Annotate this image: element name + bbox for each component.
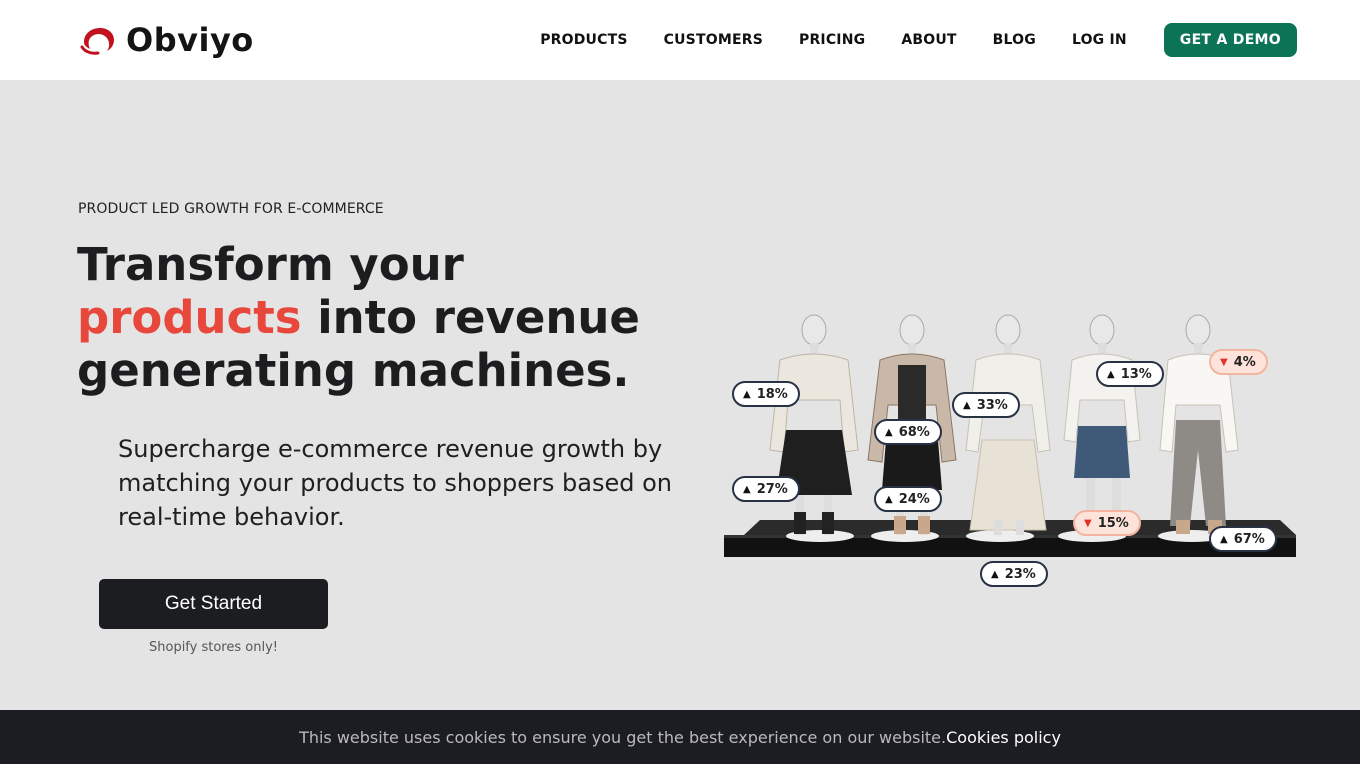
- headline-accent: products: [77, 291, 302, 344]
- cookies-policy-link[interactable]: Cookies policy: [946, 728, 1061, 747]
- hero-headline: Transform your products into revenue gen…: [77, 238, 677, 397]
- metric-badge: ▲ 33%: [952, 392, 1020, 418]
- arrow-up-icon: ▲: [1220, 533, 1228, 545]
- arrow-down-icon: ▼: [1220, 356, 1228, 368]
- arrow-up-icon: ▲: [991, 568, 999, 580]
- arrow-down-icon: ▼: [1084, 517, 1092, 529]
- hero-eyebrow: PRODUCT LED GROWTH FOR E-COMMERCE: [78, 201, 384, 217]
- hero-section: PRODUCT LED GROWTH FOR E-COMMERCE Transf…: [0, 80, 1360, 710]
- brand-name: Obviyo: [126, 21, 254, 59]
- nav-about[interactable]: ABOUT: [901, 32, 956, 48]
- swoosh-logo-icon: [80, 28, 114, 55]
- nav-customers[interactable]: CUSTOMERS: [664, 32, 763, 48]
- get-started-button[interactable]: Get Started: [99, 579, 328, 629]
- mannequins-display-illustration: ▲ 18% ▲ 27% ▲ 68% ▲ 24% ▲ 33% ▲ 23% ▲ 13% ▼ 15% …: [720, 230, 1300, 587]
- metric-badge: ▲ 13%: [1096, 361, 1164, 387]
- arrow-up-icon: ▲: [743, 483, 751, 495]
- arrow-up-icon: ▲: [885, 493, 893, 505]
- metric-badge: ▲ 18%: [732, 381, 800, 407]
- metric-badge: ▲ 23%: [980, 561, 1048, 587]
- headline-line-2-rest: into revenue: [301, 291, 640, 344]
- arrow-up-icon: ▲: [743, 388, 751, 400]
- brand-logo[interactable]: Obviyo: [80, 20, 254, 60]
- hero-subtext: Supercharge e-commerce revenue growth by…: [118, 435, 673, 531]
- nav-log-in[interactable]: LOG IN: [1072, 32, 1127, 48]
- main-nav: PRODUCTS CUSTOMERS PRICING ABOUT BLOG LO…: [540, 23, 1297, 57]
- nav-pricing[interactable]: PRICING: [799, 32, 865, 48]
- cookie-message: This website uses cookies to ensure you …: [299, 727, 947, 747]
- arrow-up-icon: ▲: [963, 399, 971, 411]
- metric-badge: ▲ 24%: [874, 486, 942, 512]
- arrow-up-icon: ▲: [885, 426, 893, 438]
- get-a-demo-button[interactable]: GET A DEMO: [1163, 23, 1297, 57]
- headline-line-1: Transform your: [77, 238, 464, 291]
- metric-badge: ▲ 27%: [732, 476, 800, 502]
- nav-products[interactable]: PRODUCTS: [540, 32, 627, 48]
- metric-badge: ▼ 4%: [1209, 349, 1268, 375]
- headline-line-3: generating machines.: [77, 344, 630, 397]
- metric-badge: ▲ 67%: [1209, 526, 1277, 552]
- nav-blog[interactable]: BLOG: [993, 32, 1036, 48]
- shopify-note: Shopify stores only!: [149, 640, 278, 655]
- site-header: Obviyo PRODUCTS CUSTOMERS PRICING ABOUT …: [0, 0, 1360, 80]
- cookie-banner: This website uses cookies to ensure you …: [0, 710, 1360, 764]
- arrow-up-icon: ▲: [1107, 368, 1115, 380]
- metric-badge: ▲ 68%: [874, 419, 942, 445]
- metric-badge: ▼ 15%: [1073, 510, 1141, 536]
